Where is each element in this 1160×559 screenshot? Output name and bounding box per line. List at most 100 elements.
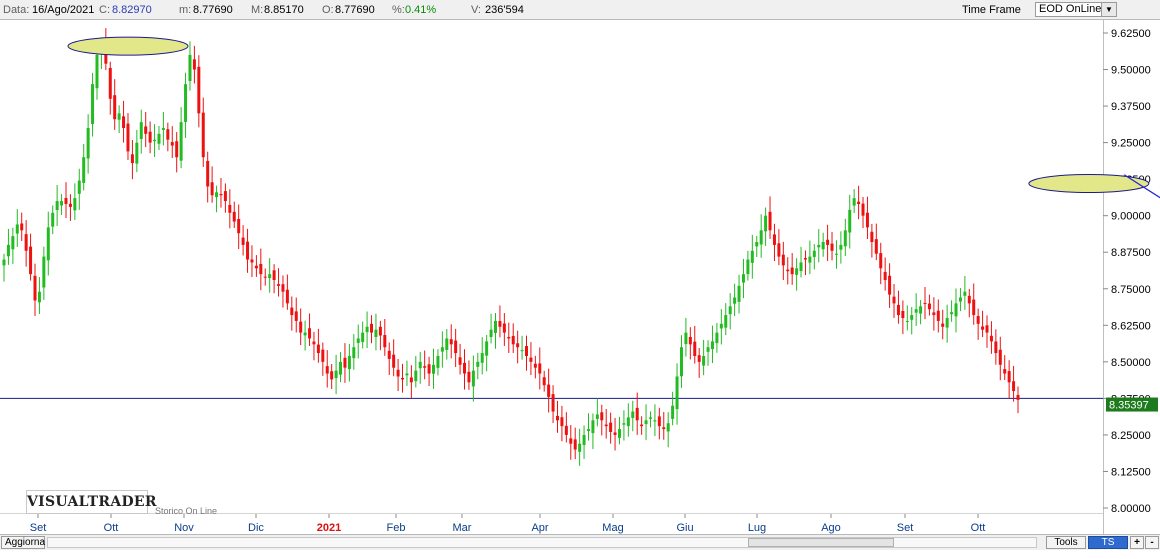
candle-body	[166, 129, 170, 140]
candle-body	[879, 253, 883, 269]
candle-body	[901, 310, 905, 318]
candle-body	[768, 211, 772, 231]
candle-body	[848, 209, 852, 233]
y-tick-label: 9.62500	[1111, 28, 1151, 40]
candle-body	[161, 128, 165, 130]
x-tick-label: 2021	[317, 522, 341, 534]
candle-body	[914, 309, 918, 313]
candle-body	[644, 420, 648, 425]
y-tick-label: 8.25000	[1111, 430, 1151, 442]
candle-body	[2, 259, 6, 266]
candle-body	[432, 364, 436, 374]
candle-body	[440, 347, 444, 352]
candle-body	[653, 420, 657, 422]
candle-body	[223, 191, 227, 202]
candle-body	[1012, 381, 1016, 392]
candle-body	[268, 274, 272, 279]
candle-body	[250, 259, 254, 263]
x-tick-label: Apr	[531, 522, 548, 534]
candle-body	[945, 318, 949, 328]
candle-body	[941, 323, 945, 327]
tools-button[interactable]: Tools	[1046, 536, 1086, 549]
logo-subtitle: Storico On Line	[155, 506, 218, 516]
price-chart[interactable]: 9.625009.500009.375009.250009.125009.000…	[0, 20, 1160, 534]
scrollbar-thumb[interactable]	[748, 538, 894, 547]
zoom-out-button[interactable]: -	[1145, 536, 1159, 549]
x-tick-label: Set	[30, 522, 47, 534]
highlight-ellipse	[1028, 174, 1150, 194]
candle-body	[77, 180, 81, 194]
candle-body	[724, 315, 728, 328]
candle-body	[321, 349, 325, 362]
candle-body	[130, 154, 134, 164]
candle-body	[356, 338, 360, 343]
volume-label: V:	[471, 4, 481, 16]
candle-body	[516, 343, 520, 348]
candle-body	[679, 347, 683, 377]
candle-body	[405, 373, 409, 376]
candle-body	[148, 131, 152, 143]
ts-off-button[interactable]: TS OFF	[1088, 536, 1128, 559]
volume-value: 236'594	[485, 4, 524, 16]
candle-body	[20, 223, 24, 231]
candle-body	[781, 254, 785, 266]
candle-body	[334, 370, 338, 379]
close-label: C:	[99, 4, 110, 16]
candle-body	[927, 303, 931, 310]
zoom-in-button[interactable]: +	[1130, 536, 1144, 549]
candle-body	[591, 420, 595, 434]
date-label: Data:	[3, 4, 30, 16]
candle-body	[392, 354, 396, 368]
candle-body	[352, 347, 356, 359]
candle-body	[626, 417, 630, 427]
candle-body	[401, 377, 405, 380]
pct-label: %:	[392, 4, 405, 16]
candle-body	[33, 275, 37, 301]
x-tick-label: Lug	[748, 522, 766, 534]
candle-body	[91, 84, 95, 125]
candle-body	[463, 362, 467, 374]
candle-body	[294, 311, 298, 321]
candle-body	[325, 366, 329, 374]
candle-body	[542, 377, 546, 386]
candle-body	[609, 422, 613, 432]
candle-body	[578, 443, 582, 452]
candle-body	[737, 285, 741, 302]
candle-body	[37, 291, 41, 303]
x-tick-label: Giu	[676, 522, 693, 534]
candle-body	[573, 439, 577, 450]
candle-body	[144, 126, 148, 134]
candle-body	[467, 371, 471, 383]
bottom-toolbar: Aggiorna Tools TS OFF + -	[0, 534, 1160, 559]
candle-body	[117, 113, 121, 120]
candle-body	[524, 346, 528, 356]
candle-body	[24, 234, 28, 251]
y-tick-label: 8.00000	[1111, 503, 1151, 515]
timeframe-label: Time Frame	[962, 4, 1021, 16]
aggiorna-button[interactable]: Aggiorna	[1, 536, 45, 549]
candle-body	[29, 246, 33, 275]
horizontal-scrollbar[interactable]	[47, 537, 1037, 548]
candle-body	[981, 326, 985, 330]
candle-body	[494, 320, 498, 333]
candle-body	[648, 417, 652, 419]
candle-body	[857, 201, 861, 204]
candle-body	[471, 370, 475, 387]
candle-body	[387, 350, 391, 359]
candle-body	[219, 194, 223, 196]
candle-body	[427, 364, 431, 374]
chevron-down-icon[interactable]: ▼	[1101, 3, 1116, 16]
candle-body	[277, 284, 281, 286]
candle-body	[958, 297, 962, 302]
candle-body	[511, 335, 515, 345]
timeframe-select[interactable]: EOD OnLine ▼	[1035, 2, 1117, 17]
candle-body	[361, 332, 365, 343]
candle-body	[476, 361, 480, 367]
candle-body	[622, 423, 626, 425]
candle-body	[485, 341, 489, 356]
candle-body	[697, 355, 701, 362]
candle-body	[259, 263, 263, 275]
candle-body	[232, 211, 236, 222]
candle-body	[888, 275, 892, 295]
candle-body	[15, 224, 19, 234]
